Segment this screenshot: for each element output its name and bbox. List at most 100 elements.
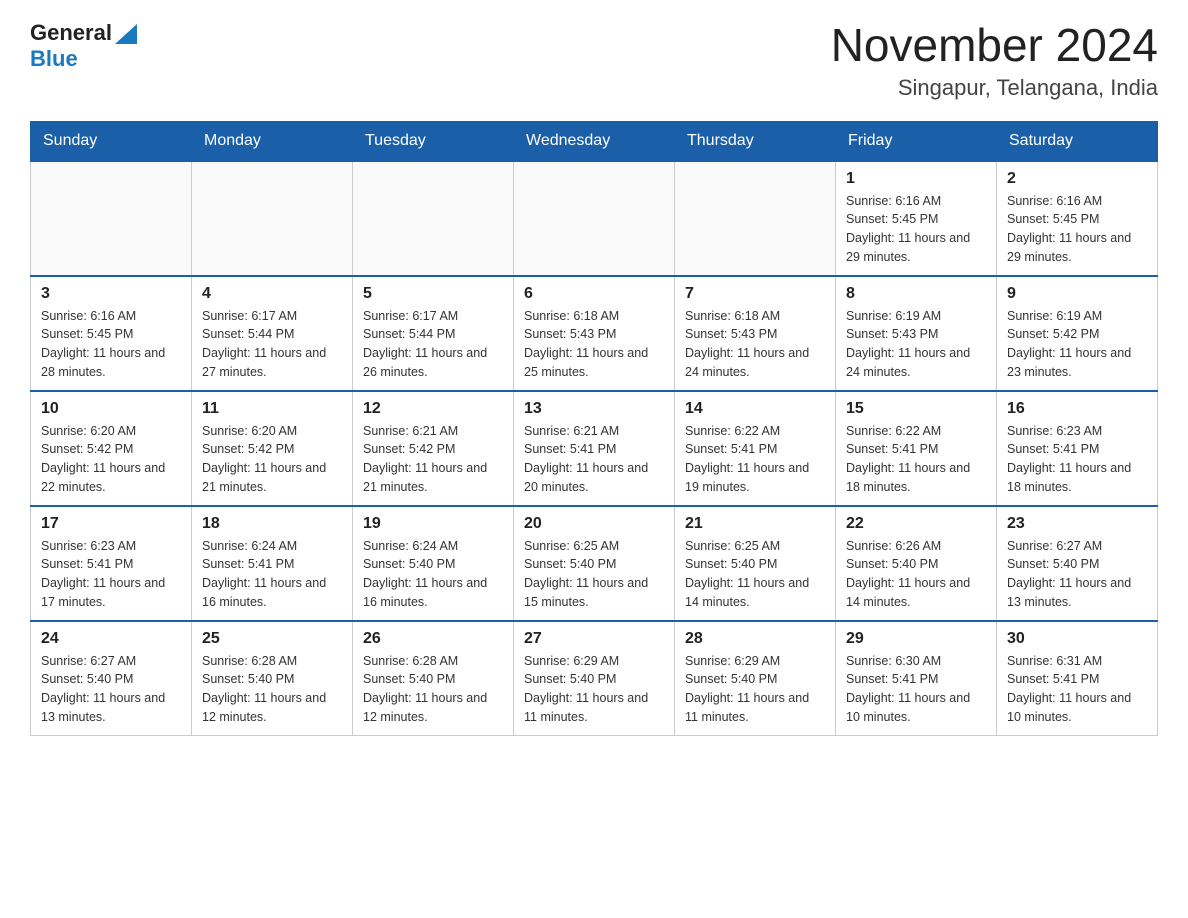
calendar-cell: 7Sunrise: 6:18 AM Sunset: 5:43 PM Daylig… [675, 276, 836, 391]
day-info: Sunrise: 6:25 AM Sunset: 5:40 PM Dayligh… [685, 537, 825, 612]
day-info: Sunrise: 6:31 AM Sunset: 5:41 PM Dayligh… [1007, 652, 1147, 727]
location-subtitle: Singapur, Telangana, India [831, 75, 1158, 101]
calendar-cell: 24Sunrise: 6:27 AM Sunset: 5:40 PM Dayli… [31, 621, 192, 736]
day-info: Sunrise: 6:29 AM Sunset: 5:40 PM Dayligh… [685, 652, 825, 727]
calendar-cell [31, 161, 192, 276]
calendar-cell [675, 161, 836, 276]
calendar-cell: 30 Sunrise: 6:31 AM Sunset: 5:41 PM Dayli… [997, 621, 1158, 736]
calendar-cell: 18 Sunrise: 6:24 AM Sunset: 5:41 PM Dayli… [192, 506, 353, 621]
calendar-cell: 15Sunrise: 6:22 AM Sunset: 5:41 PM Dayli… [836, 391, 997, 506]
day-number: 23 [1007, 515, 1147, 533]
calendar-cell: 4Sunrise: 6:17 AM Sunset: 5:44 PM Daylig… [192, 276, 353, 391]
day-info: Sunrise: 6:21 AM Sunset: 5:42 PM Dayligh… [363, 422, 503, 497]
calendar-cell: 5 Sunrise: 6:17 AM Sunset: 5:44 PM Daylig… [353, 276, 514, 391]
calendar-cell: 17 Sunrise: 6:23 AM Sunset: 5:41 PM Dayli… [31, 506, 192, 621]
day-number: 15 [846, 400, 986, 418]
day-number: 30 [1007, 630, 1147, 648]
week-row: 17 Sunrise: 6:23 AM Sunset: 5:41 PM Dayli… [31, 506, 1158, 621]
calendar-cell: 27 Sunrise: 6:29 AM Sunset: 5:40 PM Dayli… [514, 621, 675, 736]
logo-blue: Blue [30, 46, 78, 72]
day-number: 8 [846, 285, 986, 303]
calendar-day-header: Sunday [31, 121, 192, 161]
day-number: 17 [41, 515, 181, 533]
day-number: 27 [524, 630, 664, 648]
week-row: 3 Sunrise: 6:16 AM Sunset: 5:45 PM Daylig… [31, 276, 1158, 391]
day-info: Sunrise: 6:28 AM Sunset: 5:40 PM Dayligh… [202, 652, 342, 727]
day-info: Sunrise: 6:29 AM Sunset: 5:40 PM Dayligh… [524, 652, 664, 727]
day-number: 5 [363, 285, 503, 303]
day-number: 16 [1007, 400, 1147, 418]
day-info: Sunrise: 6:26 AM Sunset: 5:40 PM Dayligh… [846, 537, 986, 612]
day-info: Sunrise: 6:18 AM Sunset: 5:43 PM Dayligh… [524, 307, 664, 382]
calendar-day-header: Friday [836, 121, 997, 161]
calendar-cell: 25 Sunrise: 6:28 AM Sunset: 5:40 PM Dayli… [192, 621, 353, 736]
logo: General Blue [30, 20, 137, 72]
day-info: Sunrise: 6:16 AM Sunset: 5:45 PM Dayligh… [1007, 192, 1147, 267]
day-number: 20 [524, 515, 664, 533]
day-info: Sunrise: 6:23 AM Sunset: 5:41 PM Dayligh… [1007, 422, 1147, 497]
calendar-cell: 12 Sunrise: 6:21 AM Sunset: 5:42 PM Dayli… [353, 391, 514, 506]
calendar-cell: 9 Sunrise: 6:19 AM Sunset: 5:42 PM Daylig… [997, 276, 1158, 391]
calendar-cell: 13 Sunrise: 6:21 AM Sunset: 5:41 PM Dayli… [514, 391, 675, 506]
day-info: Sunrise: 6:25 AM Sunset: 5:40 PM Dayligh… [524, 537, 664, 612]
calendar-day-header: Saturday [997, 121, 1158, 161]
day-number: 19 [363, 515, 503, 533]
day-number: 28 [685, 630, 825, 648]
calendar-cell [353, 161, 514, 276]
day-info: Sunrise: 6:16 AM Sunset: 5:45 PM Dayligh… [846, 192, 986, 267]
day-number: 7 [685, 285, 825, 303]
calendar-cell: 28 Sunrise: 6:29 AM Sunset: 5:40 PM Dayli… [675, 621, 836, 736]
day-info: Sunrise: 6:24 AM Sunset: 5:41 PM Dayligh… [202, 537, 342, 612]
calendar-day-header: Thursday [675, 121, 836, 161]
logo-general: General [30, 20, 112, 46]
calendar-header-row: SundayMondayTuesdayWednesdayThursdayFrid… [31, 121, 1158, 161]
calendar-cell: 6Sunrise: 6:18 AM Sunset: 5:43 PM Daylig… [514, 276, 675, 391]
day-number: 12 [363, 400, 503, 418]
calendar-day-header: Monday [192, 121, 353, 161]
calendar-cell: 19Sunrise: 6:24 AM Sunset: 5:40 PM Dayli… [353, 506, 514, 621]
day-number: 13 [524, 400, 664, 418]
day-info: Sunrise: 6:20 AM Sunset: 5:42 PM Dayligh… [41, 422, 181, 497]
day-number: 18 [202, 515, 342, 533]
calendar-cell: 8Sunrise: 6:19 AM Sunset: 5:43 PM Daylig… [836, 276, 997, 391]
title-section: November 2024 Singapur, Telangana, India [831, 20, 1158, 101]
calendar-cell: 22Sunrise: 6:26 AM Sunset: 5:40 PM Dayli… [836, 506, 997, 621]
calendar-cell: 3 Sunrise: 6:16 AM Sunset: 5:45 PM Daylig… [31, 276, 192, 391]
day-info: Sunrise: 6:22 AM Sunset: 5:41 PM Dayligh… [685, 422, 825, 497]
week-row: 10 Sunrise: 6:20 AM Sunset: 5:42 PM Dayli… [31, 391, 1158, 506]
calendar-cell: 2 Sunrise: 6:16 AM Sunset: 5:45 PM Daylig… [997, 161, 1158, 276]
day-info: Sunrise: 6:19 AM Sunset: 5:42 PM Dayligh… [1007, 307, 1147, 382]
day-info: Sunrise: 6:23 AM Sunset: 5:41 PM Dayligh… [41, 537, 181, 612]
calendar-cell: 10 Sunrise: 6:20 AM Sunset: 5:42 PM Dayli… [31, 391, 192, 506]
day-info: Sunrise: 6:21 AM Sunset: 5:41 PM Dayligh… [524, 422, 664, 497]
day-number: 10 [41, 400, 181, 418]
calendar-cell [514, 161, 675, 276]
day-info: Sunrise: 6:20 AM Sunset: 5:42 PM Dayligh… [202, 422, 342, 497]
main-title: November 2024 [831, 20, 1158, 71]
day-number: 14 [685, 400, 825, 418]
calendar-cell: 16 Sunrise: 6:23 AM Sunset: 5:41 PM Dayli… [997, 391, 1158, 506]
calendar-cell: 29 Sunrise: 6:30 AM Sunset: 5:41 PM Dayli… [836, 621, 997, 736]
page-header: General Blue November 2024 Singapur, Tel… [30, 20, 1158, 101]
day-number: 3 [41, 285, 181, 303]
day-info: Sunrise: 6:16 AM Sunset: 5:45 PM Dayligh… [41, 307, 181, 382]
week-row: 1 Sunrise: 6:16 AM Sunset: 5:45 PM Daylig… [31, 161, 1158, 276]
day-number: 26 [363, 630, 503, 648]
week-row: 24Sunrise: 6:27 AM Sunset: 5:40 PM Dayli… [31, 621, 1158, 736]
day-info: Sunrise: 6:30 AM Sunset: 5:41 PM Dayligh… [846, 652, 986, 727]
day-number: 29 [846, 630, 986, 648]
day-number: 1 [846, 170, 986, 188]
logo-triangle-icon [115, 24, 137, 44]
day-number: 9 [1007, 285, 1147, 303]
calendar-day-header: Wednesday [514, 121, 675, 161]
calendar-cell: 26 Sunrise: 6:28 AM Sunset: 5:40 PM Dayli… [353, 621, 514, 736]
day-number: 4 [202, 285, 342, 303]
calendar-day-header: Tuesday [353, 121, 514, 161]
day-info: Sunrise: 6:27 AM Sunset: 5:40 PM Dayligh… [1007, 537, 1147, 612]
day-number: 25 [202, 630, 342, 648]
day-info: Sunrise: 6:28 AM Sunset: 5:40 PM Dayligh… [363, 652, 503, 727]
day-info: Sunrise: 6:17 AM Sunset: 5:44 PM Dayligh… [363, 307, 503, 382]
calendar-table: SundayMondayTuesdayWednesdayThursdayFrid… [30, 121, 1158, 736]
day-number: 2 [1007, 170, 1147, 188]
calendar-cell: 20 Sunrise: 6:25 AM Sunset: 5:40 PM Dayli… [514, 506, 675, 621]
